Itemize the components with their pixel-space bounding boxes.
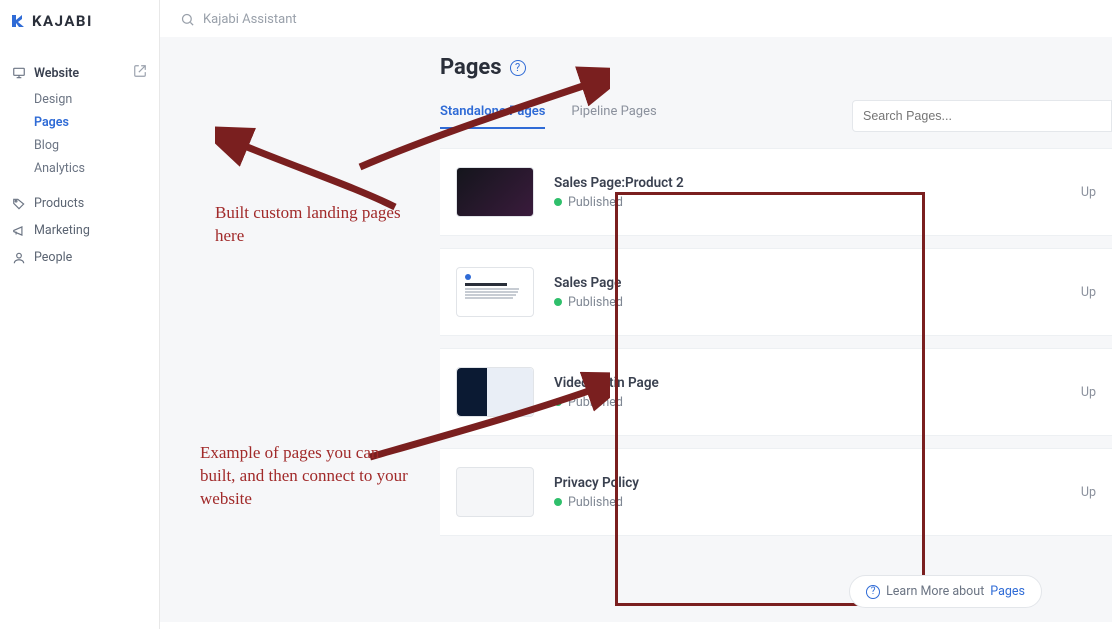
page-row-status: Published [568,495,623,510]
page-row-updated: Up [1081,185,1096,200]
status-dot-icon [554,498,562,506]
sidebar-item-products[interactable]: Products [10,190,149,217]
kajabi-logo-icon [10,13,26,29]
sidebar-item-pages[interactable]: Pages [10,111,149,134]
assistant-search[interactable]: Kajabi Assistant [160,0,1112,37]
page-row[interactable]: Sales Page Published Up [440,248,1112,336]
megaphone-icon [12,224,26,238]
page-thumbnail [456,267,534,317]
page-row-updated: Up [1081,285,1096,300]
learn-more-link-text: Pages [990,584,1025,599]
page-row-title: Privacy Policy [554,475,639,491]
status-dot-icon [554,298,562,306]
sidebar-item-label: People [34,250,72,265]
sidebar-item-label: Marketing [34,223,90,238]
annotation-text: Example of pages you can built, and then… [200,442,410,511]
sidebar-item-blog[interactable]: Blog [10,134,149,157]
page-row-title: Sales Page [554,275,623,291]
learn-more-text: Learn More about [886,584,984,599]
person-icon [12,251,26,265]
brand-logo: KAJABI [10,12,149,30]
page-row-status: Published [568,295,623,310]
annotation-arrow-icon [340,57,610,177]
help-icon: ? [866,585,880,599]
sidebar-item-label: Products [34,196,84,211]
page-row-updated: Up [1081,385,1096,400]
monitor-icon [12,66,26,80]
learn-more-link[interactable]: ? Learn More about Pages [849,575,1042,608]
sidebar-item-website[interactable]: Website [10,58,149,88]
sidebar: KAJABI Website Design Pages Blog Analyti… [0,0,160,629]
page-row-updated: Up [1081,485,1096,500]
search-icon [180,12,195,27]
page-thumbnail [456,467,534,517]
main: Kajabi Assistant Pages ? Standalone Page… [160,0,1112,629]
assistant-search-placeholder: Kajabi Assistant [203,12,297,27]
sidebar-item-people[interactable]: People [10,244,149,271]
page-row-status: Published [568,195,623,210]
sidebar-item-marketing[interactable]: Marketing [10,217,149,244]
sidebar-item-analytics[interactable]: Analytics [10,157,149,180]
sidebar-item-label: Website [34,66,79,81]
sidebar-item-design[interactable]: Design [10,88,149,111]
search-pages-input[interactable] [852,100,1112,132]
tag-icon [12,197,26,211]
annotation-text: Built custom landing pages here [215,202,415,248]
external-link-icon[interactable] [133,64,147,82]
brand-name: KAJABI [32,12,93,30]
status-dot-icon [554,198,562,206]
